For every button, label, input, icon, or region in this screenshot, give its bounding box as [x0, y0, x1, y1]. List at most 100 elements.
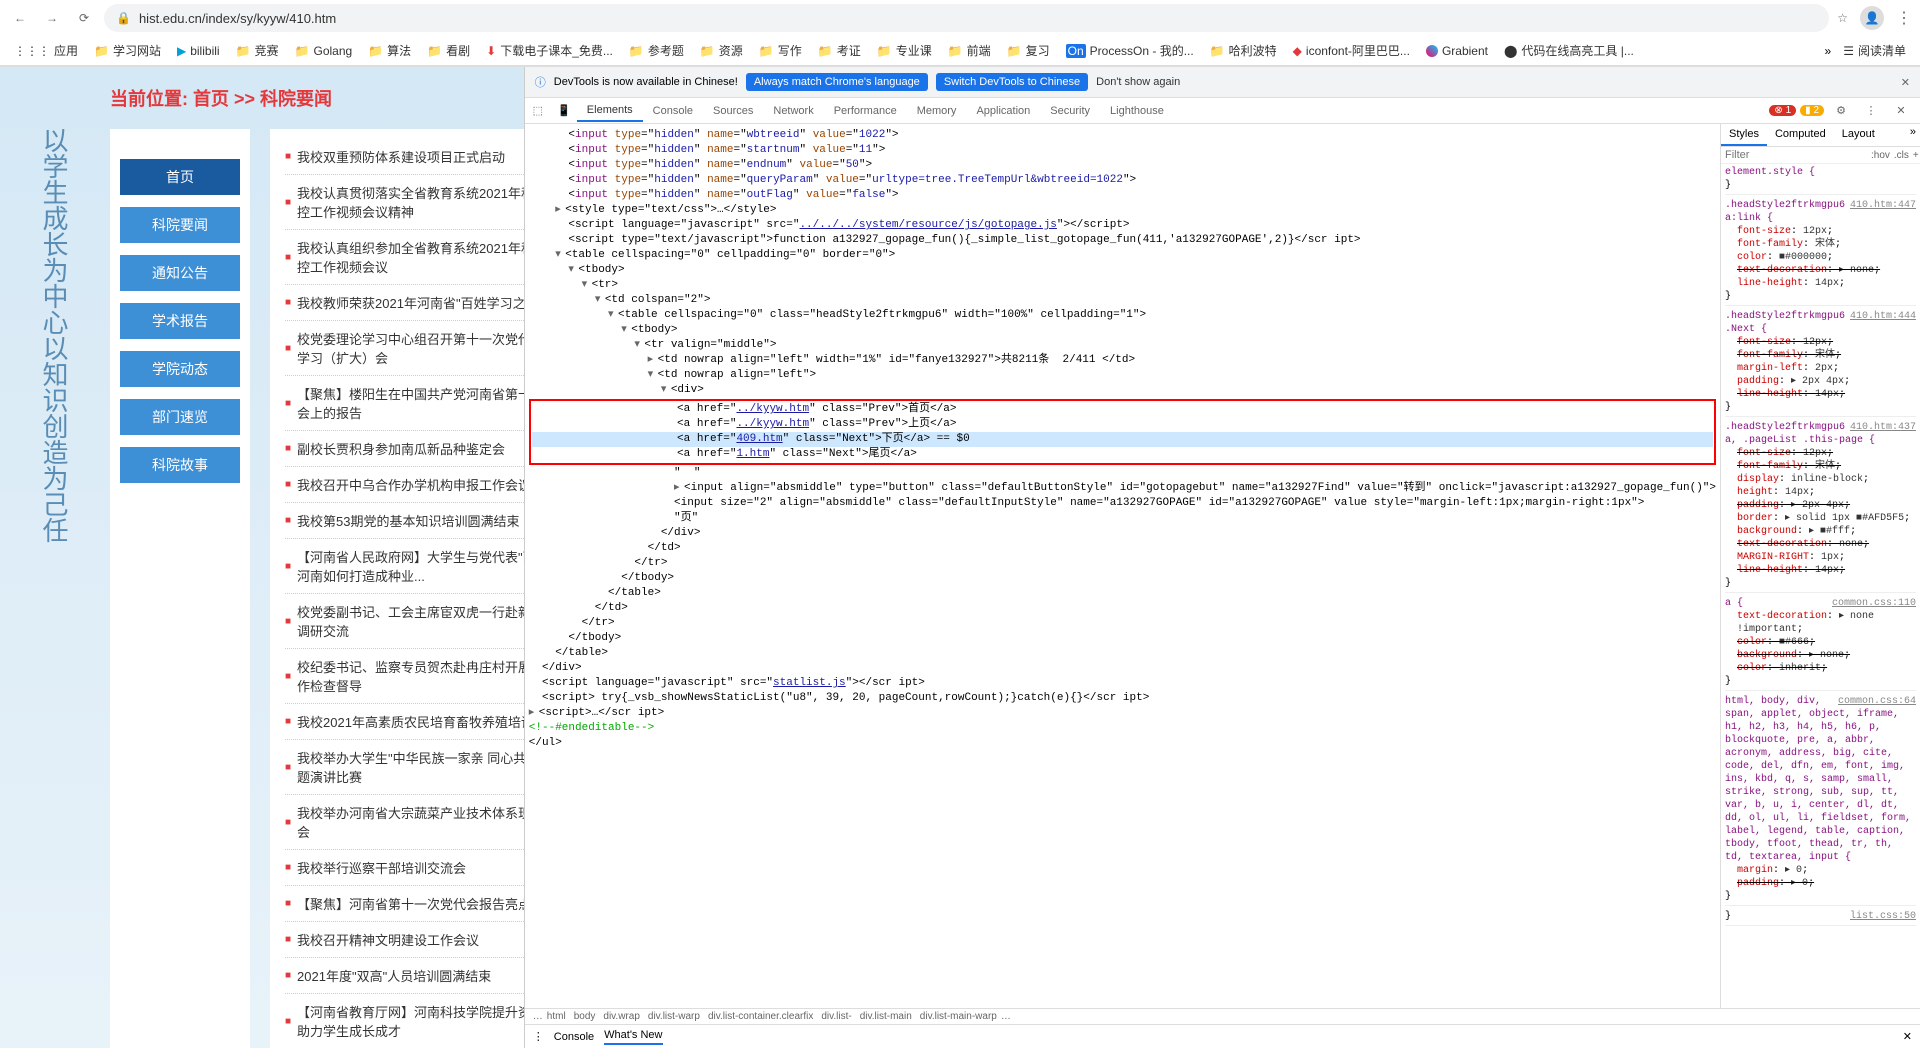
dom-breadcrumb[interactable]: … html body div.wrap div.list-warp div.l…	[525, 1008, 1920, 1024]
tab-application[interactable]: Application	[966, 101, 1040, 121]
styles-tab-styles[interactable]: Styles	[1721, 124, 1767, 146]
breadcrumb-segment[interactable]: div.list-container.clearfix	[708, 1011, 813, 1022]
breadcrumb-segment[interactable]: html	[547, 1011, 566, 1022]
error-count-badge[interactable]: ⊗ 1	[1769, 105, 1796, 116]
bookmark-folder[interactable]: 📁参考题	[623, 40, 690, 61]
reading-list-button[interactable]: ☰ 阅读清单	[1837, 40, 1912, 61]
news-item[interactable]: ■【河南省教育厅网】河南科技学院提升资助育人实效 助力学生成长成才	[285, 994, 524, 1048]
bookmark-folder[interactable]: 📁看剧	[421, 40, 476, 61]
news-item[interactable]: ■我校认真贯彻落实全省教育系统2021年秋冬季疫情防控工作视频会议精神	[285, 175, 524, 230]
add-rule-icon[interactable]: +	[1913, 150, 1919, 161]
reload-button[interactable]: ⟳	[72, 6, 96, 30]
drawer-close-icon[interactable]: ✕	[1903, 1030, 1912, 1043]
news-item[interactable]: ■校党委副书记、工会主席宦双虎一行赴新乡工程学院调研交流	[285, 594, 524, 649]
sidebar-item-news[interactable]: 科院要闻	[120, 207, 240, 243]
news-item[interactable]: ■我校举办大学生"中华民族一家亲 同心共筑中国梦"主题演讲比赛	[285, 740, 524, 795]
bookmark-folder[interactable]: 📁Golang	[289, 42, 359, 60]
bookmark-folder[interactable]: 📁专业课	[871, 40, 938, 61]
device-toggle-icon[interactable]: 📱	[551, 98, 577, 124]
bookmark-overflow[interactable]: »	[1825, 44, 1832, 58]
bookmark-folder[interactable]: 📁学习网站	[88, 40, 167, 61]
tab-network[interactable]: Network	[763, 101, 823, 121]
news-item[interactable]: ■我校认真组织参加全省教育系统2021年秋冬季疫情防控工作视频会议	[285, 230, 524, 285]
warn-count-badge[interactable]: ▮ 2	[1800, 105, 1824, 116]
back-button[interactable]: ←	[8, 6, 32, 30]
tab-console[interactable]: Console	[643, 101, 703, 121]
sidebar-item-dept[interactable]: 部门速览	[120, 399, 240, 435]
bookmark-item[interactable]: ⬇下载电子课本_免费...	[480, 40, 619, 61]
sidebar-item-home[interactable]: 首页	[120, 159, 240, 195]
tab-security[interactable]: Security	[1040, 101, 1100, 121]
news-item[interactable]: ■我校召开精神文明建设工作会议	[285, 922, 524, 958]
bookmark-folder[interactable]: 📁考证	[812, 40, 867, 61]
news-item[interactable]: ■我校双重预防体系建设项目正式启动	[285, 139, 524, 175]
bookmark-item[interactable]: OnProcessOn - 我的...	[1060, 40, 1200, 61]
news-item[interactable]: ■我校2021年高素质农民培育畜牧养殖培训班开班	[285, 704, 524, 740]
bookmark-folder[interactable]: 📁复习	[1001, 40, 1056, 61]
styles-rules[interactable]: element.style {}410.htm:447.headStyle2ft…	[1721, 164, 1920, 1008]
drawer-tab-whatsnew[interactable]: What's New	[604, 1029, 662, 1045]
tab-memory[interactable]: Memory	[907, 101, 967, 121]
bookmark-folder[interactable]: 📁资源	[694, 40, 749, 61]
bookmark-item[interactable]: ⬤代码在线高亮工具 |...	[1498, 40, 1640, 61]
forward-button[interactable]: →	[40, 6, 64, 30]
breadcrumb-segment[interactable]: div.list-	[821, 1011, 851, 1022]
news-item[interactable]: ■我校第53期党的基本知识培训圆满结束	[285, 503, 524, 539]
styles-tab-computed[interactable]: Computed	[1767, 124, 1834, 146]
news-item[interactable]: ■【聚焦】河南省第十一次党代会报告亮点	[285, 886, 524, 922]
elements-tree[interactable]: <input type="hidden" name="wbtreeid" val…	[525, 124, 1720, 1008]
drawer-more-icon[interactable]: ⋮	[533, 1030, 544, 1043]
breadcrumb-segment[interactable]: body	[574, 1011, 596, 1022]
news-item[interactable]: ■我校举办河南省大宗蔬菜产业技术体系现场观摩交流会	[285, 795, 524, 850]
cls-toggle[interactable]: .cls	[1894, 150, 1909, 161]
drawer-tab-console[interactable]: Console	[554, 1031, 594, 1043]
tab-performance[interactable]: Performance	[824, 101, 907, 121]
sidebar-item-report[interactable]: 学术报告	[120, 303, 240, 339]
bookmark-item[interactable]: Grabient	[1420, 42, 1494, 60]
bookmark-folder[interactable]: 📁前端	[942, 40, 997, 61]
news-item[interactable]: ■我校举行巡察干部培训交流会	[285, 850, 524, 886]
news-item[interactable]: ■我校教师荣获2021年河南省"百姓学习之星"称号	[285, 285, 524, 321]
apps-button[interactable]: ⋮⋮⋮ 应用	[8, 40, 84, 61]
profile-icon[interactable]: 👤	[1860, 6, 1884, 30]
sidebar-item-notice[interactable]: 通知公告	[120, 255, 240, 291]
bookmark-folder[interactable]: 📁哈利波特	[1204, 40, 1283, 61]
settings-icon[interactable]: ⚙	[1828, 98, 1854, 124]
news-item[interactable]: ■校纪委书记、监察专员贺杰赴冉庄村开展乡村振兴工作检查督导	[285, 649, 524, 704]
breadcrumb-segment[interactable]: div.wrap	[603, 1011, 640, 1022]
bookmark-star-icon[interactable]: ☆	[1837, 11, 1848, 25]
bookmark-folder[interactable]: 📁竞赛	[230, 40, 285, 61]
bookmark-folder[interactable]: 📁算法	[362, 40, 417, 61]
banner-text: DevTools is now available in Chinese!	[554, 76, 738, 88]
news-item[interactable]: ■我校召开中乌合作办学机构申报工作会议	[285, 467, 524, 503]
sidebar-item-college[interactable]: 学院动态	[120, 351, 240, 387]
tab-sources[interactable]: Sources	[703, 101, 763, 121]
breadcrumb-segment[interactable]: div.list-main-warp	[920, 1011, 997, 1022]
bookmark-item[interactable]: ◆iconfont-阿里巴巴...	[1287, 40, 1416, 61]
styles-tab-layout[interactable]: Layout	[1834, 124, 1883, 146]
browser-menu-icon[interactable]: ⋮	[1896, 8, 1912, 28]
banner-close-icon[interactable]: ✕	[1901, 76, 1910, 89]
sidebar-item-story[interactable]: 科院故事	[120, 447, 240, 483]
news-item[interactable]: ■【河南省人民政府网】大学生与党代表"面对面"——河南如何打造成种业...	[285, 539, 524, 594]
styles-more-icon[interactable]: »	[1906, 124, 1920, 146]
news-item[interactable]: ■2021年度"双高"人员培训圆满结束	[285, 958, 524, 994]
styles-filter-input[interactable]	[1725, 149, 1867, 161]
banner-match-lang-button[interactable]: Always match Chrome's language	[746, 73, 928, 91]
address-bar[interactable]: 🔒 hist.edu.cn/index/sy/kyyw/410.htm	[104, 4, 1829, 32]
banner-switch-lang-button[interactable]: Switch DevTools to Chinese	[936, 73, 1088, 91]
banner-dismiss-link[interactable]: Don't show again	[1096, 76, 1180, 88]
bookmark-item[interactable]: ▶bilibili	[171, 42, 226, 60]
inspect-icon[interactable]: ⬚	[525, 98, 551, 124]
close-devtools-icon[interactable]: ✕	[1888, 98, 1914, 124]
news-item[interactable]: ■【聚焦】楼阳生在中国共产党河南省第十一次代表大会上的报告	[285, 376, 524, 431]
news-item[interactable]: ■副校长贾积身参加南瓜新品种鉴定会	[285, 431, 524, 467]
bookmark-folder[interactable]: 📁写作	[753, 40, 808, 61]
news-item[interactable]: ■校党委理论学习中心组召开第十一次党代会精神专题学习（扩大）会	[285, 321, 524, 376]
breadcrumb-segment[interactable]: div.list-main	[860, 1011, 912, 1022]
hov-toggle[interactable]: :hov	[1871, 150, 1890, 161]
breadcrumb-segment[interactable]: div.list-warp	[648, 1011, 700, 1022]
tab-lighthouse[interactable]: Lighthouse	[1100, 101, 1174, 121]
more-icon[interactable]: ⋮	[1858, 98, 1884, 124]
tab-elements[interactable]: Elements	[577, 100, 643, 122]
